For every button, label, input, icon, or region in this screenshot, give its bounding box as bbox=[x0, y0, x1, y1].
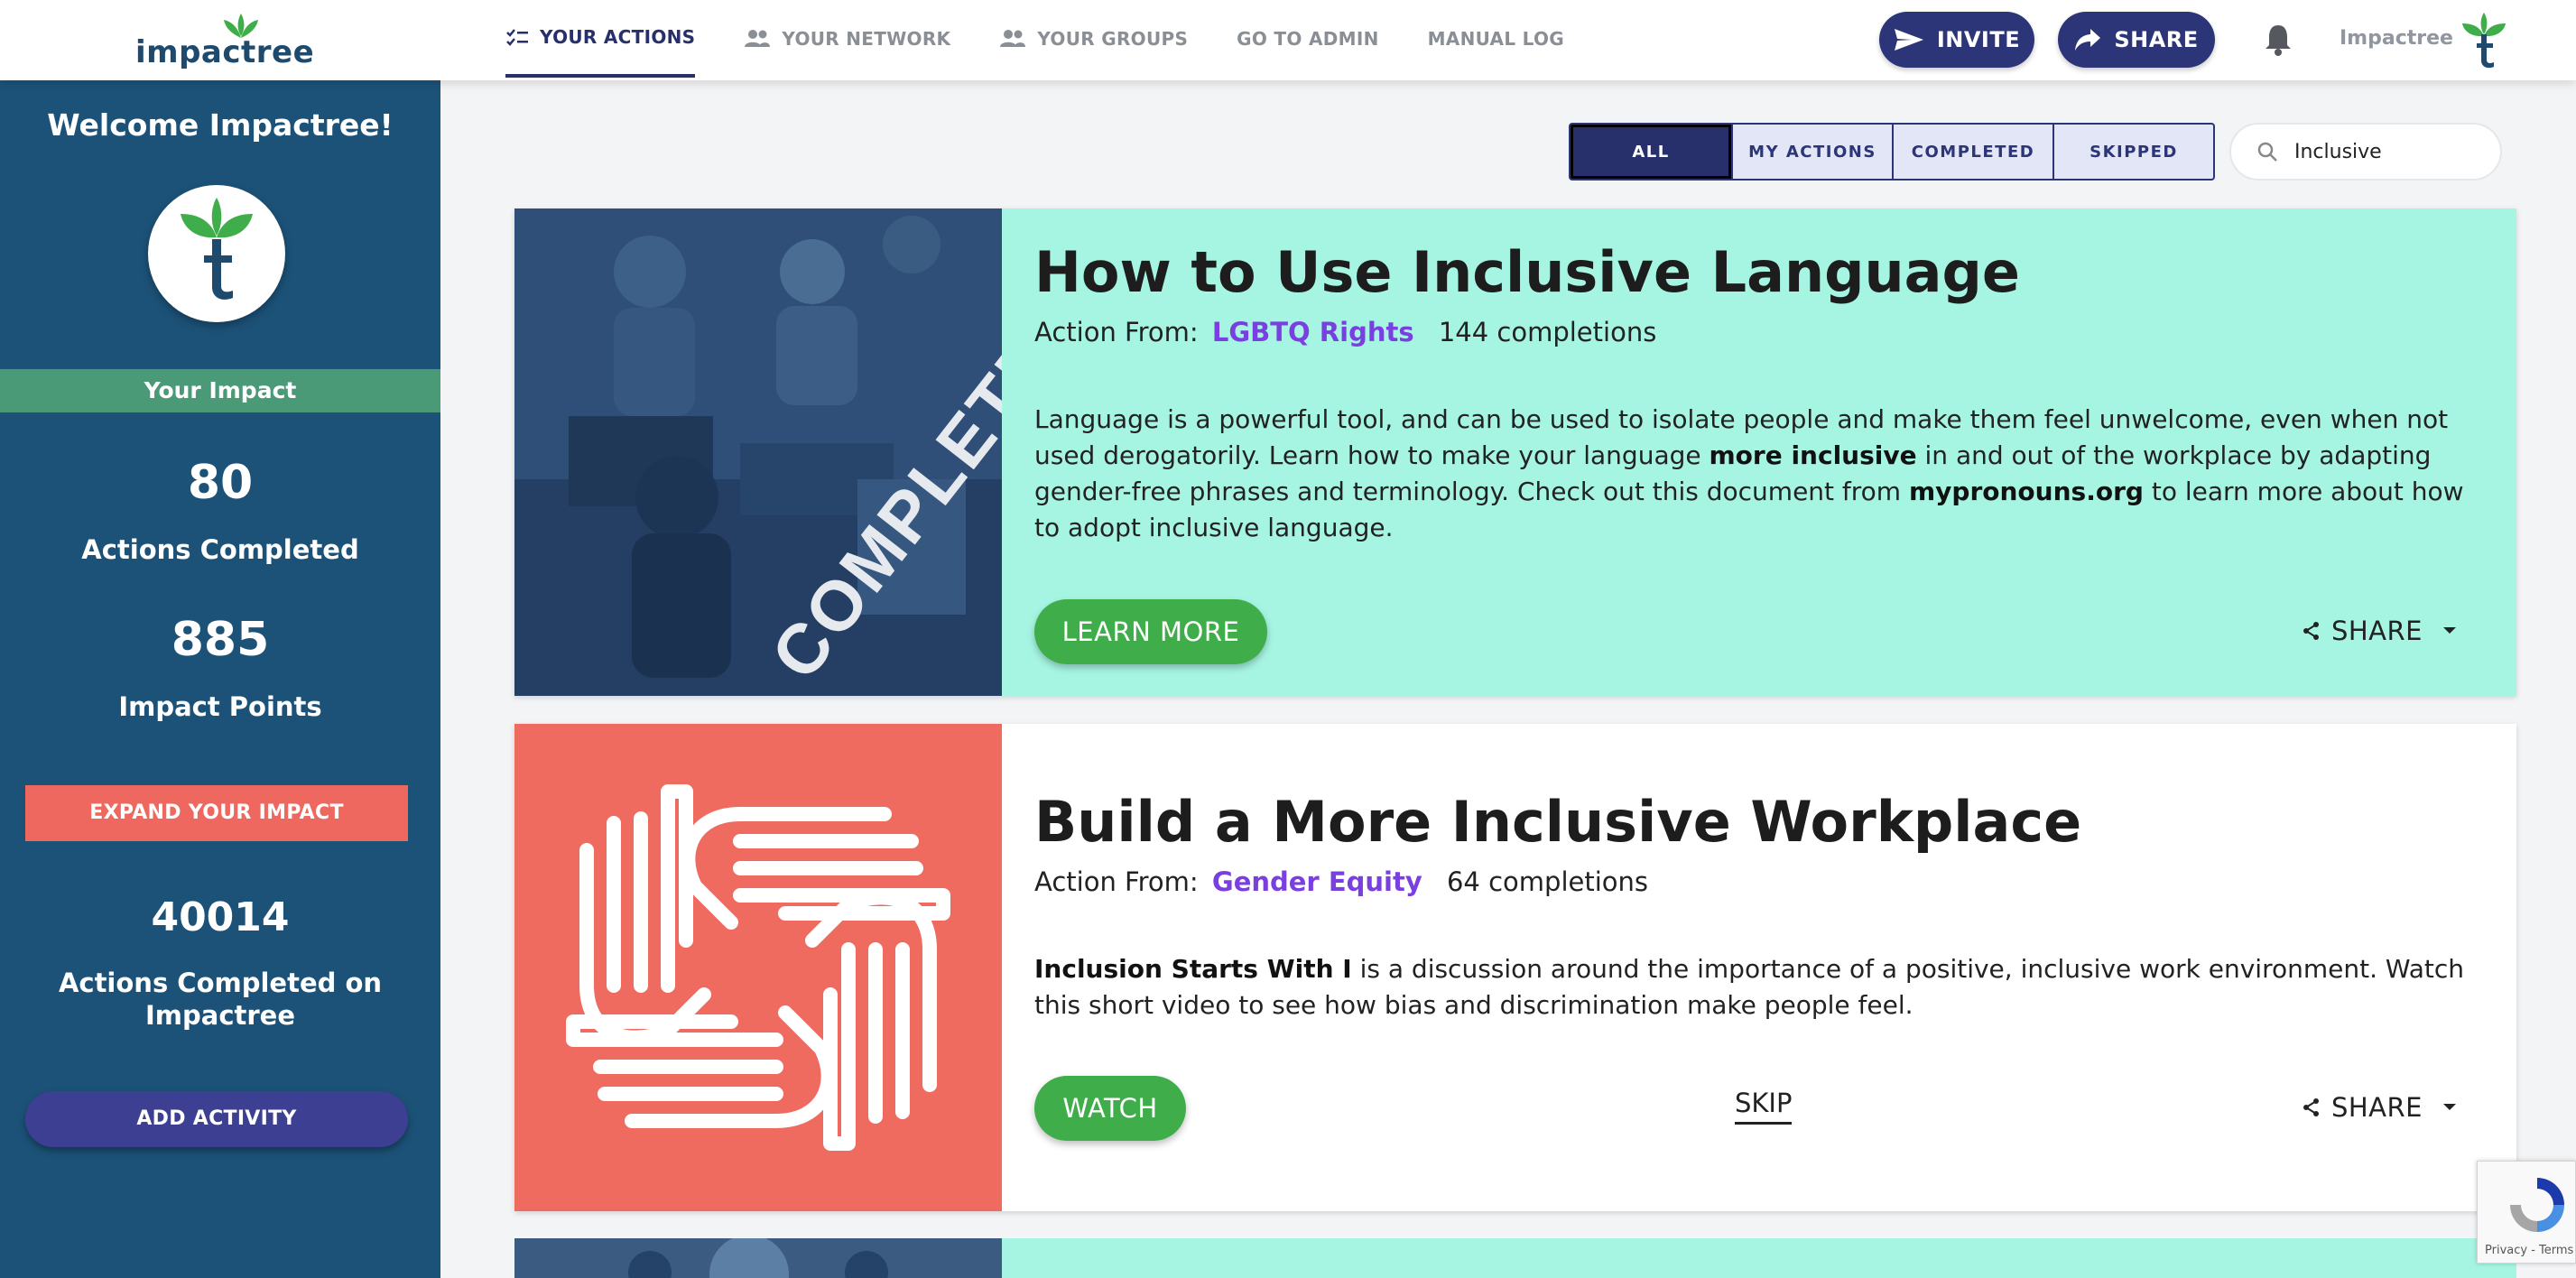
recaptcha-links[interactable]: Privacy - Terms bbox=[2485, 1244, 2573, 1257]
caret-down-icon bbox=[2443, 627, 2456, 634]
top-navbar: impactree YOUR ACTIONS YOUR NETWORK YOUR… bbox=[0, 0, 2576, 80]
action-filter-tabs: ALL MY ACTIONS COMPLETED SKIPPED bbox=[1569, 123, 2215, 181]
filter-skipped[interactable]: SKIPPED bbox=[2052, 125, 2213, 179]
joined-hands-icon bbox=[566, 784, 950, 1151]
nav-your-network[interactable]: YOUR NETWORK bbox=[744, 0, 950, 78]
nav-your-groups[interactable]: YOUR GROUPS bbox=[999, 0, 1188, 78]
main-nav: YOUR ACTIONS YOUR NETWORK YOUR GROUPS GO… bbox=[505, 0, 1613, 80]
users-icon bbox=[1000, 30, 1026, 47]
nav-your-actions[interactable]: YOUR ACTIONS bbox=[505, 0, 696, 78]
checklist-icon bbox=[506, 29, 528, 46]
office-photo: COMPLETED bbox=[514, 208, 1002, 696]
completion-count: 64 completions bbox=[1446, 866, 1649, 897]
search-icon bbox=[2257, 142, 2277, 162]
nav-label: YOUR ACTIONS bbox=[540, 26, 696, 48]
profile-avatar[interactable] bbox=[148, 185, 285, 322]
user-avatar-icon[interactable] bbox=[2457, 13, 2511, 69]
invite-button[interactable]: INVITE bbox=[1879, 12, 2034, 68]
global-actions-label: Actions Completed on Impactree bbox=[58, 968, 383, 1031]
share-nodes-icon bbox=[2303, 622, 2319, 640]
action-card: Build a More Inclusive Workplace Action … bbox=[514, 724, 2516, 1211]
partial-photo bbox=[628, 1238, 888, 1278]
action-title[interactable]: How to Use Inclusive Language bbox=[1034, 239, 2020, 305]
share-button[interactable]: SHARE bbox=[2058, 12, 2215, 68]
skip-button[interactable]: SKIP bbox=[1735, 1088, 1793, 1125]
search-input[interactable] bbox=[2294, 140, 2475, 163]
filter-all[interactable]: ALL bbox=[1571, 125, 1731, 179]
cause-link[interactable]: LGBTQ Rights bbox=[1212, 317, 1414, 347]
action-title[interactable]: Build a More Inclusive Workplace bbox=[1034, 789, 2081, 855]
action-card-body: Build a More Inclusive Workplace Action … bbox=[1002, 724, 2516, 1211]
action-card-image bbox=[514, 724, 1002, 1211]
filter-completed[interactable]: COMPLETED bbox=[1892, 125, 2052, 179]
nav-label: GO TO ADMIN bbox=[1237, 28, 1379, 50]
recaptcha-icon bbox=[2510, 1178, 2564, 1232]
mypronouns-link[interactable]: mypronouns.org bbox=[1909, 477, 2144, 506]
users-icon bbox=[745, 30, 771, 47]
impactree-logo[interactable]: impactree bbox=[135, 13, 314, 70]
share-nodes-icon bbox=[2303, 1098, 2319, 1116]
action-from-label: Action From: bbox=[1034, 866, 1199, 897]
notification-bell-icon[interactable] bbox=[2260, 22, 2296, 58]
username[interactable]: Impactree bbox=[2340, 27, 2453, 50]
impact-points-label: Impact Points bbox=[118, 691, 322, 722]
action-meta: Action From: LGBTQ Rights 144 completion… bbox=[1034, 317, 1656, 347]
impact-points-value: 885 bbox=[171, 613, 270, 667]
action-card bbox=[514, 1238, 2516, 1278]
brand-name: impactree bbox=[135, 34, 315, 70]
share-arrow-icon bbox=[2075, 29, 2101, 51]
impact-sidebar: Welcome Impactree! Your Impact 80 Action… bbox=[0, 80, 440, 1278]
action-description: Language is a powerful tool, and can be … bbox=[1034, 404, 2464, 542]
action-card-image bbox=[514, 1238, 1002, 1278]
learn-more-button[interactable]: LEARN MORE bbox=[1034, 599, 1267, 664]
recaptcha-badge[interactable]: Privacy - Terms bbox=[2477, 1161, 2576, 1264]
action-from-label: Action From: bbox=[1034, 317, 1199, 347]
search-box bbox=[2229, 123, 2502, 181]
action-card-body: How to Use Inclusive Language Action Fro… bbox=[1002, 208, 2516, 696]
action-card: COMPLETED How to Use Inclusive Language … bbox=[514, 208, 2516, 696]
send-icon bbox=[1894, 29, 1923, 51]
your-impact-heading: Your Impact bbox=[0, 369, 440, 412]
nav-label: YOUR NETWORK bbox=[782, 28, 951, 50]
action-description: Inclusion Starts With I is a discussion … bbox=[1034, 954, 2465, 1020]
card-share-menu[interactable]: SHARE bbox=[2303, 1092, 2468, 1123]
actions-completed-label: Actions Completed bbox=[81, 534, 359, 565]
expand-impact-button[interactable]: EXPAND YOUR IMPACT bbox=[25, 785, 408, 841]
caret-down-icon bbox=[2443, 1104, 2456, 1110]
completion-count: 144 completions bbox=[1438, 317, 1657, 347]
tree-logo-icon bbox=[181, 198, 253, 300]
nav-label: MANUAL LOG bbox=[1427, 28, 1564, 50]
action-card-image: COMPLETED bbox=[514, 208, 1002, 696]
nav-go-to-admin[interactable]: GO TO ADMIN bbox=[1237, 0, 1378, 78]
nav-manual-log[interactable]: MANUAL LOG bbox=[1428, 0, 1564, 78]
welcome-heading: Welcome Impactree! bbox=[47, 107, 394, 143]
filter-my-actions[interactable]: MY ACTIONS bbox=[1731, 125, 1892, 179]
action-meta: Action From: Gender Equity 64 completion… bbox=[1034, 866, 1648, 897]
global-actions-value: 40014 bbox=[151, 894, 290, 940]
add-activity-button[interactable]: ADD ACTIVITY bbox=[25, 1091, 408, 1147]
actions-completed-value: 80 bbox=[187, 456, 254, 510]
card-share-menu[interactable]: SHARE bbox=[2303, 616, 2468, 646]
nav-label: YOUR GROUPS bbox=[1037, 28, 1189, 50]
cause-link[interactable]: Gender Equity bbox=[1212, 866, 1422, 897]
watch-button[interactable]: WATCH bbox=[1034, 1076, 1186, 1141]
